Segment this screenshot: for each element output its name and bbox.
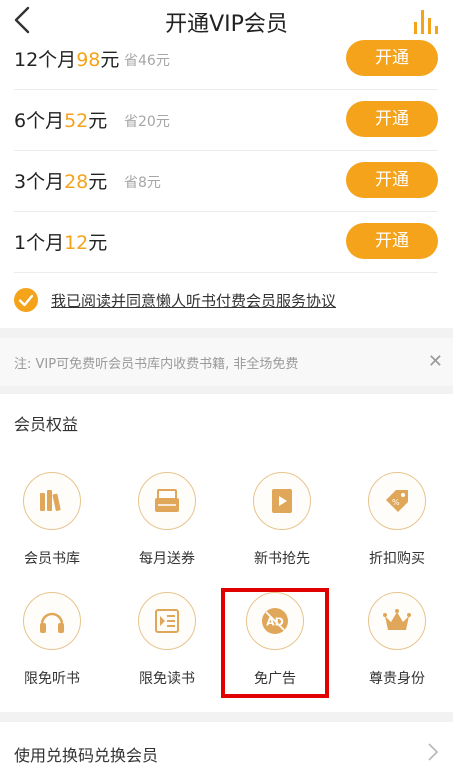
agreement-row: 我已阅读并同意懒人听书付费会员服务协议 [14, 286, 444, 316]
chevron-right-icon [428, 743, 439, 761]
agreement-link[interactable]: 我已阅读并同意懒人听书付费会员服务协议 [51, 290, 336, 311]
notice-text: 注: VIP可免费听会员书库内收费书籍, 非全场免费 [14, 357, 299, 372]
highlight-box [221, 588, 329, 698]
plan-price: 12 [64, 232, 89, 254]
benefit-noble-identity[interactable]: 尊贵身份 [347, 592, 447, 702]
benefit-discount-purchase[interactable]: % 折扣购买 [347, 472, 447, 582]
plan-duration: 1个月12元 [14, 232, 108, 254]
benefit-label: 限免读书 [139, 671, 195, 687]
open-button-6-months[interactable]: 开通 [346, 101, 438, 137]
section-divider [0, 712, 453, 722]
checkmark-icon [18, 294, 34, 307]
plan-row-3-months: 3个月28元 省8元 开通 [14, 150, 438, 212]
plan-savings: 省46元 [124, 53, 170, 69]
benefits-title: 会员权益 [14, 415, 79, 434]
benefit-label: 每月送券 [139, 551, 195, 567]
plan-row-12-months: 12个月98元 省46元 开通 [14, 28, 438, 90]
benefit-label: 折扣购买 [369, 551, 425, 567]
benefit-free-listen[interactable]: 限免听书 [2, 592, 102, 702]
open-button-3-months[interactable]: 开通 [346, 162, 438, 198]
agreement-checkbox[interactable] [14, 288, 38, 312]
plan-price: 98 [76, 49, 101, 71]
plan-row-1-month: 1个月12元 开通 [14, 211, 438, 273]
plan-row-6-months: 6个月52元 省20元 开通 [14, 89, 438, 151]
headphones-icon [40, 612, 64, 633]
redeem-label: 使用兑换码兑换会员 [14, 746, 159, 765]
benefit-new-book-early[interactable]: 新书抢先 [232, 472, 332, 582]
benefit-free-read[interactable]: 限免读书 [117, 592, 217, 702]
crown-icon [383, 609, 411, 630]
svg-text:%: % [392, 498, 400, 507]
benefit-label: 限免听书 [24, 671, 80, 687]
discount-tag-icon: % [386, 490, 408, 512]
benefit-monthly-coupon[interactable]: 每月送券 [117, 472, 217, 582]
book-play-icon [272, 489, 292, 513]
benefit-label: 尊贵身份 [369, 671, 425, 687]
plan-savings: 省20元 [124, 114, 170, 130]
close-icon[interactable]: ✕ [428, 351, 443, 372]
notice-bar: 注: VIP可免费听会员书库内收费书籍, 非全场免费 ✕ [0, 338, 453, 386]
books-icon [40, 490, 61, 512]
reading-icon [155, 609, 179, 633]
plan-duration: 12个月98元 [14, 49, 120, 71]
plan-savings: 省8元 [124, 175, 161, 191]
plan-duration: 6个月52元 [14, 110, 108, 132]
plan-duration: 3个月28元 [14, 171, 108, 193]
open-button-1-month[interactable]: 开通 [346, 223, 438, 259]
redeem-code-row[interactable]: 使用兑换码兑换会员 [0, 722, 453, 773]
benefit-label: 会员书库 [24, 551, 80, 567]
coupon-box-icon [155, 489, 179, 512]
plan-price: 28 [64, 171, 89, 193]
section-divider [0, 386, 453, 394]
open-button-12-months[interactable]: 开通 [346, 40, 438, 76]
benefit-label: 新书抢先 [254, 551, 310, 567]
plan-price: 52 [64, 110, 89, 132]
benefit-member-library[interactable]: 会员书库 [2, 472, 102, 582]
section-divider [0, 328, 453, 338]
